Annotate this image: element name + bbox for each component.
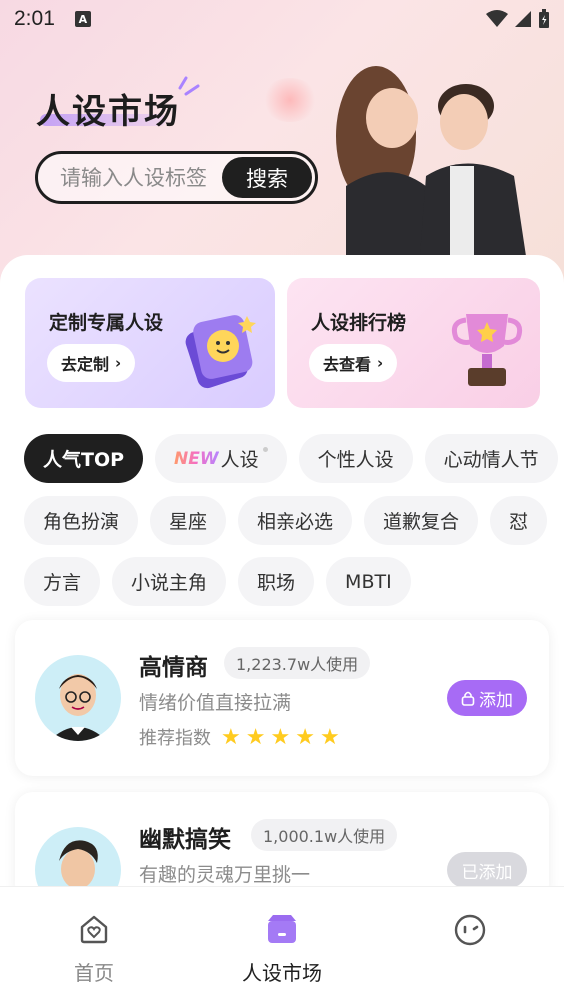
tag-mbti[interactable]: MBTI (326, 557, 411, 606)
tag-new-persona[interactable]: NEW 人设 (155, 434, 287, 483)
trophy-icon (451, 314, 523, 386)
tag-new-persona-label: 人设 (220, 449, 259, 471)
tag-blind-date[interactable]: 相亲必选 (238, 496, 353, 545)
customize-button[interactable]: 去定制 › (47, 344, 136, 382)
recommend-rating: 推荐指数 ★ ★ ★ ★ ★ (139, 724, 345, 750)
tag-roast[interactable]: 怼 (490, 496, 548, 545)
tag-roleplay[interactable]: 角色扮演 (24, 496, 139, 545)
tab-profile[interactable] (376, 887, 564, 1004)
star-icon: ★ (221, 724, 241, 750)
tag-row-2: 角色扮演 星座 相亲必选 道歉复合 怼 (24, 496, 548, 545)
custom-persona-card[interactable]: 定制专属人设 去定制 › (25, 278, 275, 408)
view-ranking-button-label: 去查看 (323, 355, 372, 374)
star-icon: ★ (319, 724, 340, 750)
tab-home[interactable]: 首页 (0, 887, 188, 1004)
heart-decoration (262, 78, 318, 122)
search-button[interactable]: 搜索 (222, 157, 312, 198)
tag-row-3: 方言 小说主角 职场 MBTI (24, 557, 411, 606)
star-icon: ★ (245, 724, 266, 750)
custom-persona-title: 定制专属人设 (49, 312, 164, 334)
status-bar: 2:01 A (0, 0, 564, 38)
tab-home-label: 首页 (74, 961, 114, 985)
view-ranking-button[interactable]: 去查看 › (309, 344, 398, 382)
tab-persona-market-label: 人设市场 (242, 961, 322, 985)
tag-personality[interactable]: 个性人设 (298, 434, 413, 483)
add-button[interactable]: 添加 (447, 680, 527, 716)
signal-icon (515, 11, 531, 27)
persona-description: 有趣的灵魂万里挑一 (139, 864, 311, 886)
persona-name: 幽默搞笑 (139, 827, 231, 853)
rating-label: 推荐指数 (139, 728, 211, 749)
ranking-card[interactable]: 人设排行榜 去查看 › (287, 278, 540, 408)
added-button[interactable]: 已添加 (447, 852, 527, 888)
customize-button-label: 去定制 (61, 355, 110, 374)
added-button-label: 已添加 (461, 862, 513, 883)
home-heart-icon (80, 915, 108, 944)
new-badge: NEW (174, 448, 219, 469)
lock-icon (461, 691, 475, 706)
tag-valentine[interactable]: 心动情人节 (424, 434, 558, 483)
tag-row-1: 人气TOP NEW 人设 个性人设 心动情人节 (24, 434, 558, 483)
bottom-tab-bar: 首页 人设市场 (0, 886, 564, 1004)
star-icon: ★ (270, 724, 291, 750)
add-button-label: 添加 (479, 690, 513, 711)
ranking-title: 人设排行榜 (311, 312, 407, 334)
face-icon (454, 914, 486, 946)
tag-workplace[interactable]: 职场 (238, 557, 315, 606)
status-time: 2:01 (14, 7, 55, 30)
chevron-right-icon: › (115, 354, 122, 372)
tag-emoji-icon (185, 315, 256, 389)
avatar (35, 655, 121, 741)
tag-dialect[interactable]: 方言 (24, 557, 101, 606)
persona-card[interactable]: 高情商 1,223.7w人使用 情绪价值直接拉满 推荐指数 ★ ★ ★ ★ ★ … (15, 620, 549, 776)
couple-illustration (336, 66, 526, 256)
battery-icon (539, 9, 549, 28)
usage-badge: 1,000.1w人使用 (251, 819, 398, 851)
sparkle-icon (178, 76, 200, 96)
tag-zodiac[interactable]: 星座 (150, 496, 227, 545)
tag-popular-top[interactable]: 人气TOP (24, 434, 144, 483)
persona-description: 情绪价值直接拉满 (139, 692, 292, 714)
wifi-icon (486, 10, 508, 27)
search-box: 搜索 (35, 151, 318, 204)
app-notification-icon: A (74, 11, 91, 27)
tab-persona-market[interactable]: 人设市场 (188, 887, 376, 1004)
persona-name: 高情商 (139, 655, 208, 681)
page-title: 人设市场 (36, 92, 180, 132)
tag-novel-lead[interactable]: 小说主角 (112, 557, 227, 606)
tag-dot (262, 447, 268, 452)
market-icon (268, 915, 296, 943)
usage-badge: 1,223.7w人使用 (224, 647, 371, 679)
chevron-right-icon: › (377, 354, 384, 372)
tag-apology[interactable]: 道歉复合 (364, 496, 479, 545)
star-icon: ★ (295, 724, 315, 750)
